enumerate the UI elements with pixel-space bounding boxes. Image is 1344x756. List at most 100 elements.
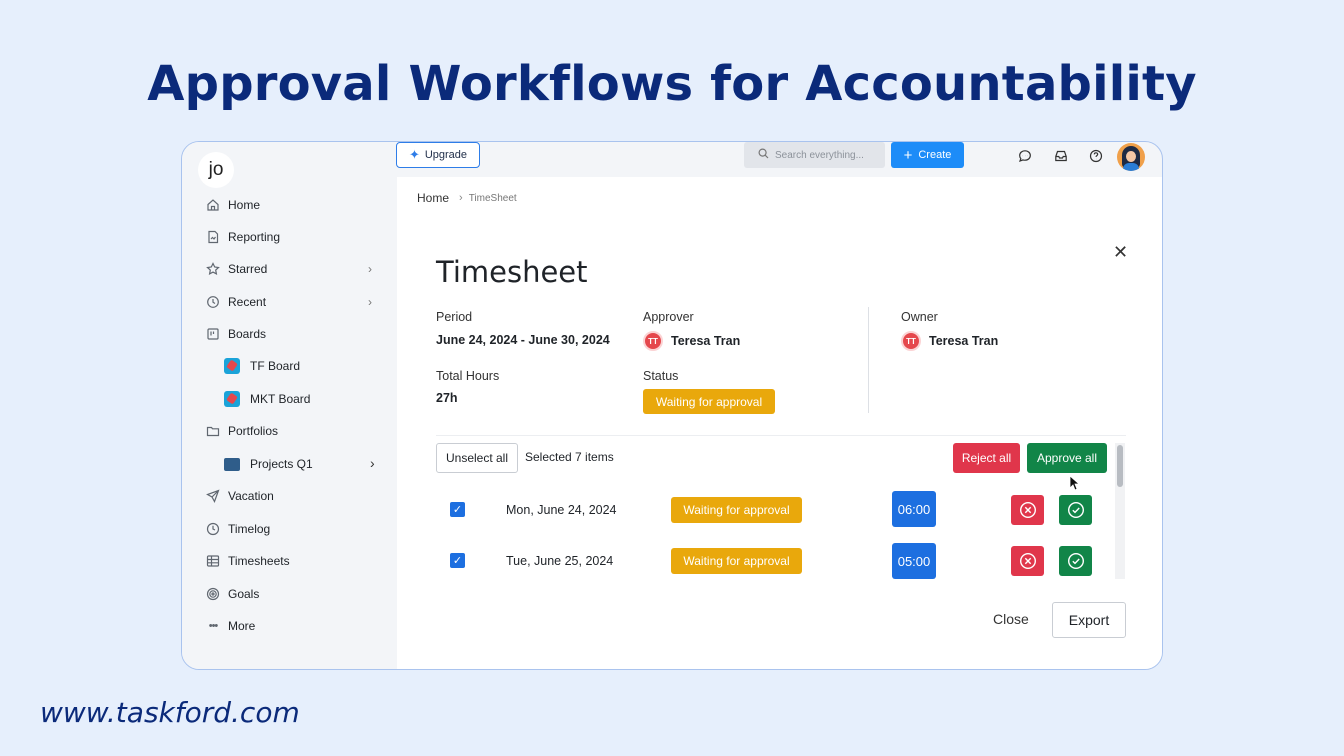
status-label: Status — [643, 369, 679, 383]
reject-row-button[interactable] — [1011, 546, 1044, 576]
period-value: June 24, 2024 - June 30, 2024 — [436, 333, 610, 347]
table-icon — [206, 554, 220, 568]
approve-row-button[interactable] — [1059, 546, 1092, 576]
sidebar-item-label: Vacation — [228, 489, 274, 503]
row-checkbox[interactable]: ✓ — [450, 553, 465, 568]
reject-row-button[interactable] — [1011, 495, 1044, 525]
sidebar-item-recent[interactable]: Recent — [206, 290, 266, 314]
sidebar-item-timesheets[interactable]: Timesheets — [206, 549, 290, 573]
page-headline: Approval Workflows for Accountability — [147, 56, 1197, 112]
search-input[interactable]: Search everything... — [744, 142, 885, 168]
chevron-right-icon: › — [459, 192, 463, 204]
tf-board-icon — [224, 358, 240, 374]
sidebar-item-boards[interactable]: Boards — [206, 322, 266, 346]
main-panel: Home › TimeSheet ✕ Timesheet Period June… — [397, 177, 1162, 669]
sidebar-item-label: Projects Q1 — [250, 457, 313, 471]
approver: TT Teresa Tran — [643, 331, 740, 351]
selected-count: Selected 7 items — [525, 450, 614, 464]
period-label: Period — [436, 310, 473, 324]
search-icon — [758, 148, 769, 162]
row-date: Mon, June 24, 2024 — [506, 503, 617, 517]
sidebar-item-timelog[interactable]: Timelog — [206, 517, 270, 541]
owner-avatar: TT — [901, 331, 921, 351]
plus-icon: + — [903, 146, 913, 164]
home-icon — [206, 198, 220, 212]
sparkle-icon: ✦ — [408, 147, 420, 162]
row-status-badge: Waiting for approval — [671, 548, 802, 574]
row-hours[interactable]: 05:00 — [892, 543, 936, 579]
sidebar-item-more[interactable]: ••• More — [206, 614, 256, 638]
timesheet-title: Timesheet — [436, 255, 588, 289]
sidebar-item-label: TF Board — [250, 359, 301, 373]
sidebar-item-label: Starred — [228, 262, 268, 276]
create-label: Create — [918, 149, 952, 161]
sidebar-item-goals[interactable]: Goals — [206, 582, 259, 606]
upgrade-button[interactable]: ✦ Upgrade — [396, 142, 480, 168]
divider — [436, 435, 1126, 436]
sidebar-item-label: Portfolios — [228, 424, 279, 438]
check-circle-icon — [1067, 501, 1084, 519]
sidebar-item-starred[interactable]: Starred — [206, 257, 267, 281]
sidebar-item-label: Goals — [228, 587, 260, 601]
breadcrumb-home[interactable]: Home — [417, 191, 449, 205]
status-badge: Waiting for approval — [643, 389, 775, 414]
close-icon[interactable]: ✕ — [1113, 242, 1128, 263]
history-icon — [206, 295, 220, 309]
approve-all-button[interactable]: Approve all — [1027, 443, 1107, 473]
more-icon: ••• — [208, 620, 219, 632]
x-circle-icon — [1019, 552, 1036, 570]
breadcrumb-current: TimeSheet — [468, 192, 517, 204]
inbox-icon[interactable] — [1053, 148, 1069, 164]
divider — [868, 307, 869, 413]
user-avatar[interactable] — [1117, 143, 1145, 171]
workspace-logo[interactable]: jo — [198, 152, 234, 188]
approve-row-button[interactable] — [1059, 495, 1092, 525]
x-circle-icon — [1019, 501, 1036, 519]
owner: TT Teresa Tran — [901, 331, 998, 351]
create-button[interactable]: + Create — [891, 142, 964, 168]
mkt-board-icon — [224, 391, 240, 407]
chevron-right-icon[interactable]: › — [368, 295, 372, 309]
project-icon — [224, 456, 240, 472]
chat-icon[interactable] — [1017, 148, 1033, 164]
scrollbar-thumb[interactable] — [1117, 445, 1123, 487]
clock-icon — [206, 522, 220, 536]
report-icon — [206, 230, 220, 244]
unselect-all-button[interactable]: Unselect all — [436, 443, 518, 473]
star-icon — [206, 262, 220, 276]
sidebar-item-reporting[interactable]: Reporting — [206, 225, 280, 249]
row-status-badge: Waiting for approval — [671, 497, 802, 523]
row-hours[interactable]: 06:00 — [892, 491, 936, 527]
sidebar-item-label: More — [228, 619, 256, 633]
close-button[interactable]: Close — [993, 611, 1029, 627]
sidebar-item-label: Reporting — [228, 230, 281, 244]
sidebar-item-label: Boards — [228, 327, 267, 341]
sidebar-item-label: Recent — [228, 295, 267, 309]
sidebar-item-label: Timesheets — [228, 554, 290, 568]
chevron-right-icon[interactable]: › — [368, 262, 372, 276]
sidebar-item-mkt-board[interactable]: MKT Board — [224, 387, 310, 411]
reject-all-button[interactable]: Reject all — [953, 443, 1020, 473]
board-icon — [206, 327, 220, 341]
folder-icon — [206, 424, 220, 438]
approver-avatar: TT — [643, 331, 663, 351]
mouse-cursor-icon — [1069, 475, 1081, 491]
total-hours-value: 27h — [436, 391, 458, 405]
breadcrumb: Home › TimeSheet — [417, 191, 517, 205]
website-url[interactable]: www.taskford.com — [40, 696, 300, 729]
sidebar-item-projects-q1[interactable]: Projects Q1 — [224, 452, 313, 476]
app-window: jo Home Reporting Starred › Recent › Boa… — [181, 141, 1163, 670]
help-icon[interactable] — [1088, 148, 1104, 164]
sidebar-item-portfolios[interactable]: Portfolios — [206, 419, 278, 443]
upgrade-label: Upgrade — [424, 149, 468, 161]
sidebar-item-tf-board[interactable]: TF Board — [224, 354, 300, 378]
approver-name: Teresa Tran — [671, 334, 741, 348]
check-circle-icon — [1067, 552, 1084, 570]
chevron-right-icon[interactable]: › — [370, 455, 375, 471]
search-placeholder: Search everything... — [775, 149, 864, 161]
sidebar-item-vacation[interactable]: Vacation — [206, 484, 274, 508]
sidebar-item-home[interactable]: Home — [206, 193, 260, 217]
export-button[interactable]: Export — [1052, 602, 1126, 638]
owner-label: Owner — [901, 310, 938, 324]
row-checkbox[interactable]: ✓ — [450, 502, 465, 517]
